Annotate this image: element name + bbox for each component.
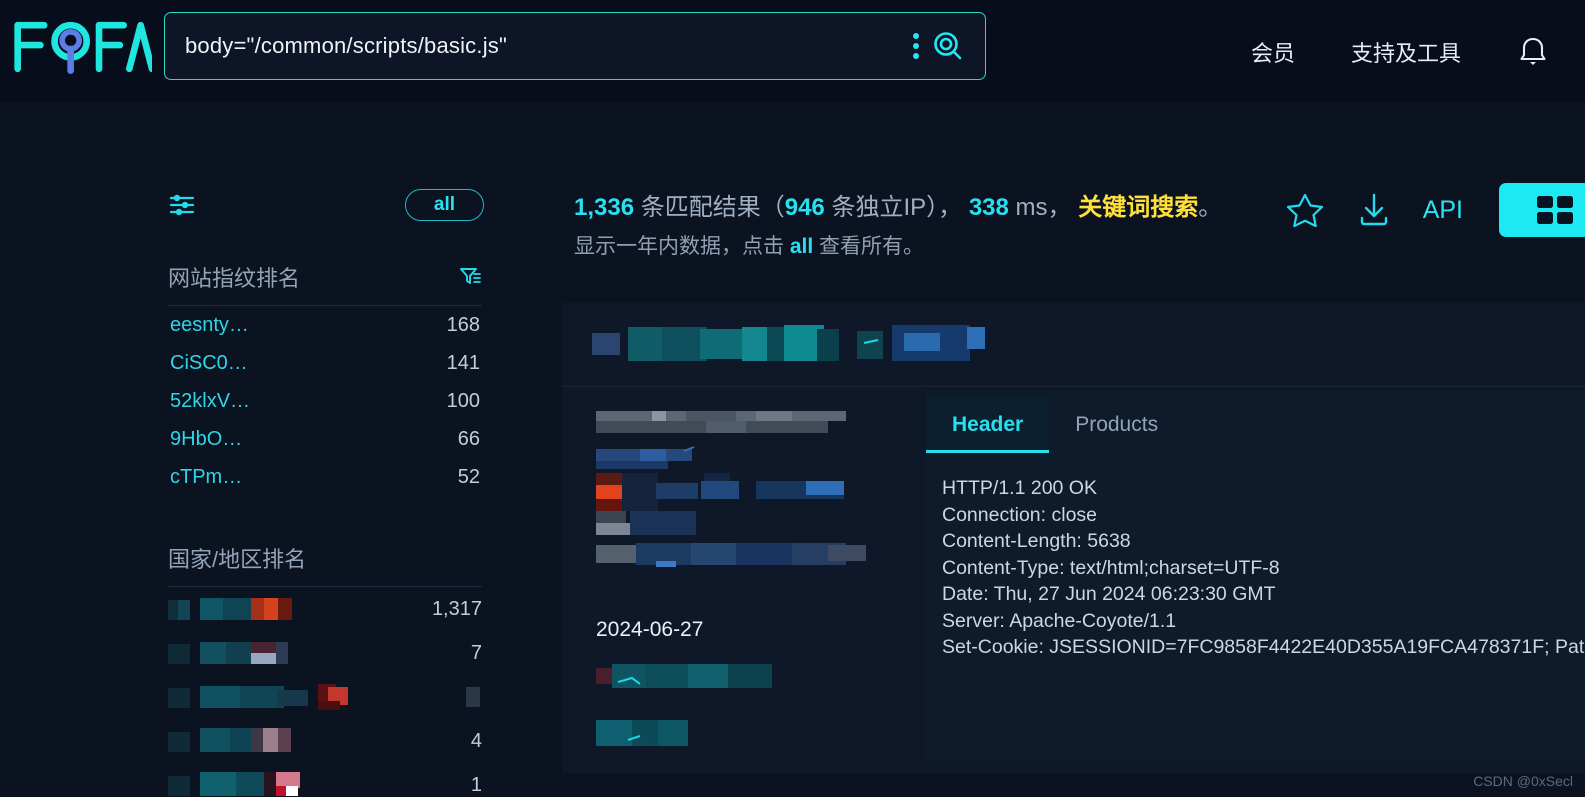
country-count: 7 bbox=[470, 641, 482, 664]
search-box[interactable] bbox=[164, 12, 986, 80]
result-card-body: 2024-06-27 Header Products HTTP/1.1 200 … bbox=[562, 387, 1585, 773]
redacted-host-info bbox=[596, 411, 866, 567]
http-header-line: Content-Length: 5638 bbox=[942, 530, 1131, 553]
fingerprint-panel-header: 网站指纹排名 bbox=[168, 261, 482, 305]
table-row[interactable] bbox=[168, 675, 482, 719]
sliders-icon[interactable] bbox=[168, 191, 196, 219]
all-link[interactable]: all bbox=[790, 235, 813, 258]
nav-item-membership[interactable]: 会员 bbox=[1251, 36, 1295, 68]
search-actions bbox=[913, 31, 985, 61]
results-area: 1,336 条匹配结果（946 条独立IP）， 338 ms， 关键词搜索。 显… bbox=[560, 103, 1585, 773]
redacted-country-label bbox=[168, 640, 298, 666]
redacted-country-label bbox=[168, 770, 308, 797]
redacted-country-count bbox=[466, 684, 482, 710]
table-row[interactable]: CiSC0… 141 bbox=[168, 344, 482, 382]
fofa-logo[interactable] bbox=[12, 16, 152, 78]
http-header-line: Connection: close bbox=[942, 503, 1098, 526]
fingerprint-count: 52 bbox=[457, 465, 480, 488]
tab-products[interactable]: Products bbox=[1049, 397, 1184, 453]
country-count: 1,317 bbox=[431, 597, 482, 620]
result-card-toolbar bbox=[562, 303, 1585, 387]
fingerprint-panel: 网站指纹排名 eesnty… 168 CiSC0… 141 52klxV… 10… bbox=[160, 261, 490, 496]
fingerprint-label[interactable]: 52klxV… bbox=[170, 390, 250, 413]
fingerprint-label[interactable]: cTPm… bbox=[170, 466, 242, 489]
results-toolbar: API bbox=[1285, 183, 1585, 237]
result-card-left: 2024-06-27 bbox=[596, 411, 926, 774]
note-suffix: 查看所有。 bbox=[813, 234, 925, 258]
http-header-line: Server: Apache-Coyote/1.1 bbox=[942, 609, 1177, 632]
bell-icon[interactable] bbox=[1517, 35, 1549, 69]
country-panel-title: 国家/地区排名 bbox=[168, 547, 307, 572]
country-panel-header: 国家/地区排名 bbox=[168, 542, 482, 586]
redacted-country-label bbox=[168, 726, 298, 756]
result-card: 2024-06-27 Header Products HTTP/1.1 200 … bbox=[562, 303, 1585, 773]
fofa-search-page: 会员 支持及工具 bbox=[0, 0, 1585, 797]
star-icon[interactable] bbox=[1285, 190, 1325, 230]
fingerprint-count: 100 bbox=[446, 389, 480, 412]
http-header-line: Set-Cookie: JSESSIONID=7FC9858F4422E40D3… bbox=[942, 636, 1585, 659]
sidebar: all 网站指纹排名 eesnty… 168 CiSC0… 141 52klxV… bbox=[160, 103, 490, 797]
unique-ip-suffix: 条独立IP）， bbox=[831, 194, 963, 221]
fingerprint-count: 141 bbox=[446, 351, 480, 374]
http-header-block: HTTP/1.1 200 OK Connection: close Conten… bbox=[926, 453, 1585, 661]
table-row[interactable]: 9HbO… 66 bbox=[168, 420, 482, 458]
http-header-line: Date: Thu, 27 Jun 2024 06:23:30 GMT bbox=[942, 583, 1276, 606]
table-row[interactable]: 52klxV… 100 bbox=[168, 382, 482, 420]
sidebar-toolbar: all bbox=[160, 181, 490, 229]
all-button[interactable]: all bbox=[404, 189, 484, 221]
tab-header[interactable]: Header bbox=[926, 397, 1050, 453]
country-panel: 国家/地区排名 1,317 7 4 1 bbox=[160, 542, 490, 797]
total-count-suffix: 条匹配结果（ bbox=[640, 194, 785, 221]
redacted-country-label bbox=[168, 684, 358, 710]
table-row[interactable]: 4 bbox=[168, 719, 482, 763]
total-count: 1,336 bbox=[574, 194, 635, 221]
result-detail-panel: Header Products HTTP/1.1 200 OK Connecti… bbox=[926, 391, 1585, 759]
fingerprint-label[interactable]: 9HbO… bbox=[170, 428, 242, 451]
result-date: 2024-06-27 bbox=[596, 618, 704, 641]
grid-view-icon[interactable] bbox=[1499, 183, 1585, 237]
nav-item-support-tools[interactable]: 支持及工具 bbox=[1351, 36, 1461, 68]
country-count: 1 bbox=[470, 773, 482, 796]
fingerprint-count: 66 bbox=[457, 427, 480, 450]
query-time-unit: ms， bbox=[1015, 194, 1072, 221]
fingerprint-label[interactable]: CiSC0… bbox=[170, 352, 248, 375]
vertical-dots-icon[interactable] bbox=[913, 33, 919, 59]
detail-tabs: Header Products bbox=[926, 391, 1585, 453]
download-icon[interactable] bbox=[1355, 190, 1393, 230]
page-content: all 网站指纹排名 eesnty… 168 CiSC0… 141 52klxV… bbox=[0, 103, 1585, 797]
table-row[interactable]: 1 bbox=[168, 763, 482, 797]
unique-ip-count: 946 bbox=[784, 194, 825, 221]
redacted-country-label bbox=[168, 596, 298, 622]
header-nav: 会员 支持及工具 bbox=[1251, 0, 1549, 103]
search-type-link[interactable]: 关键词搜索 bbox=[1078, 194, 1198, 221]
redacted-tags-row bbox=[596, 664, 772, 746]
watermark: CSDN @0xSecl bbox=[1473, 773, 1573, 789]
table-row[interactable]: cTPm… 52 bbox=[168, 458, 482, 496]
table-row[interactable]: 1,317 bbox=[168, 587, 482, 631]
table-row[interactable]: eesnty… 168 bbox=[168, 306, 482, 344]
app-header: 会员 支持及工具 bbox=[0, 0, 1585, 103]
api-button[interactable]: API bbox=[1423, 196, 1463, 225]
query-time: 338 bbox=[968, 194, 1009, 221]
search-input[interactable] bbox=[165, 33, 913, 59]
table-row[interactable]: 7 bbox=[168, 631, 482, 675]
note-prefix: 显示一年内数据，点击 bbox=[574, 234, 790, 258]
circle-search-icon[interactable] bbox=[933, 31, 963, 61]
http-header-line: HTTP/1.1 200 OK bbox=[942, 477, 1097, 499]
fingerprint-panel-title: 网站指纹排名 bbox=[168, 266, 301, 291]
redacted-toolbar-content bbox=[592, 325, 985, 361]
http-header-line: Content-Type: text/html;charset=UTF-8 bbox=[942, 556, 1280, 579]
summary-period: 。 bbox=[1198, 194, 1223, 221]
fingerprint-count: 168 bbox=[446, 313, 480, 336]
fingerprint-label[interactable]: eesnty… bbox=[170, 314, 249, 337]
funnel-icon[interactable] bbox=[458, 265, 482, 289]
country-count: 4 bbox=[470, 729, 482, 752]
